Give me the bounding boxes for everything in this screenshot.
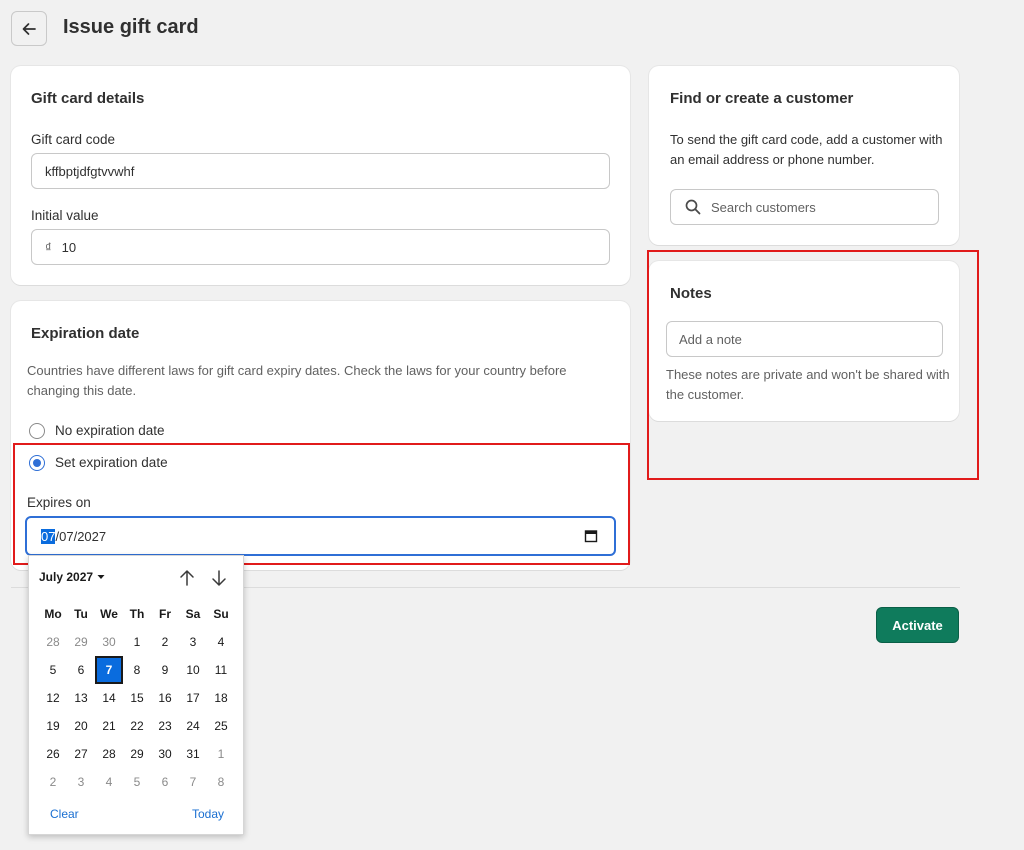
calendar-day[interactable]: 19 (39, 712, 67, 740)
arrow-left-icon (22, 22, 36, 35)
initial-value-value: 10 (61, 239, 77, 255)
calendar-day[interactable]: 31 (179, 740, 207, 768)
gift-card-details-title: Gift card details (31, 90, 145, 107)
calendar-day[interactable]: 1 (123, 628, 151, 656)
calendar-day-selected[interactable]: 7 (95, 656, 123, 684)
calendar-day[interactable]: 4 (95, 768, 123, 796)
search-customers-placeholder: Search customers (711, 199, 816, 215)
calendar-day[interactable]: 29 (123, 740, 151, 768)
calendar-day[interactable]: 28 (39, 628, 67, 656)
no-expiration-label[interactable]: No expiration date (55, 423, 165, 438)
calendar-day[interactable]: 2 (151, 628, 179, 656)
calendar-day[interactable]: 5 (123, 768, 151, 796)
calendar-day[interactable]: 6 (67, 656, 95, 684)
previous-month-arrow-icon[interactable] (179, 569, 195, 587)
gift-card-details-card: Gift card details Gift card code kffbptj… (11, 66, 630, 285)
page-title: Issue gift card (63, 16, 199, 38)
weekday-label: We (100, 607, 118, 621)
calendar-day[interactable]: 10 (179, 656, 207, 684)
calendar-day[interactable]: 6 (151, 768, 179, 796)
customer-help-text: To send the gift card code, add a custom… (670, 132, 943, 167)
calendar-week-row: 26 27 28 29 30 31 1 (39, 740, 235, 768)
caret-down-icon (97, 575, 105, 579)
weekday-label: Fr (159, 607, 171, 621)
calendar-day[interactable]: 29 (67, 628, 95, 656)
gift-card-code-input[interactable]: kffbptjdfgtvvwhf (31, 153, 610, 189)
calendar-day[interactable]: 9 (151, 656, 179, 684)
gift-card-code-label: Gift card code (31, 132, 116, 147)
calendar-day[interactable]: 15 (123, 684, 151, 712)
clear-date-button[interactable]: Clear (50, 807, 79, 821)
calendar-week-row: 2345678 (39, 768, 235, 796)
calendar-week-row: 5 6 7 8 9 10 11 (39, 656, 235, 684)
calendar-day[interactable]: 25 (207, 712, 235, 740)
search-customers-input[interactable]: Search customers (670, 189, 939, 225)
calendar-day[interactable]: 11 (207, 656, 235, 684)
weekday-label: Su (213, 607, 229, 621)
calendar-day[interactable]: 14 (95, 684, 123, 712)
no-expiration-radio[interactable] (29, 423, 45, 439)
activate-button[interactable]: Activate (876, 607, 959, 643)
calendar-day[interactable]: 28 (95, 740, 123, 768)
calendar-day[interactable]: 4 (207, 628, 235, 656)
calendar-day[interactable]: 21 (95, 712, 123, 740)
calendar-day[interactable]: 22 (123, 712, 151, 740)
weekday-label: Sa (185, 607, 201, 621)
calendar-week-row: 28 29 30 1 2 3 4 (39, 628, 235, 656)
calendar-day[interactable]: 26 (39, 740, 67, 768)
calendar-day[interactable]: 18 (207, 684, 235, 712)
calendar-day[interactable]: 20 (67, 712, 95, 740)
calendar-day[interactable]: 3 (67, 768, 95, 796)
calendar-week-row: 19 20 21 22 23 24 25 (39, 712, 235, 740)
calendar-day[interactable]: 8 (207, 768, 235, 796)
weekday-label: Th (129, 607, 145, 621)
calendar-day[interactable]: 3 (179, 628, 207, 656)
calendar-day[interactable]: 16 (151, 684, 179, 712)
calendar-day[interactable]: 5 (39, 656, 67, 684)
weekday-label: Tu (74, 607, 88, 621)
highlight-box-notes (647, 250, 979, 480)
calendar-day[interactable]: 12 (39, 684, 67, 712)
calendar-grid: Mo Tu We Th Fr Sa Su 28 29 30 1 2 3 4 5 6 7 8 9 10 11 12 13 14… (39, 600, 235, 796)
expiration-help-text: Countries have different laws for gift c… (27, 363, 567, 398)
date-picker-popup: July 2027 Mo Tu We Th Fr Sa Su 28 29 30 1 2 3 4 5 6 7 8 9… (28, 555, 244, 835)
calendar-day[interactable]: 27 (67, 740, 95, 768)
weekday-header-row: Mo Tu We Th Fr Sa Su (39, 600, 235, 628)
back-button[interactable] (11, 11, 47, 46)
gift-card-code-value: kffbptjdfgtvvwhf (45, 163, 135, 179)
month-year-label: July 2027 (39, 570, 94, 584)
today-button[interactable]: Today (192, 807, 224, 821)
customer-card-title: Find or create a customer (670, 90, 854, 107)
calendar-day[interactable]: 1 (207, 740, 235, 768)
initial-value-input[interactable]: ₫ 10 (31, 229, 610, 265)
calendar-day[interactable]: 17 (179, 684, 207, 712)
next-month-arrow-icon[interactable] (211, 569, 227, 587)
initial-value-label: Initial value (31, 208, 99, 223)
highlight-box-expiration (13, 443, 630, 565)
calendar-day[interactable]: 30 (151, 740, 179, 768)
calendar-day[interactable]: 8 (123, 656, 151, 684)
calendar-week-row: 12 13 14 15 16 17 18 (39, 684, 235, 712)
month-year-selector[interactable]: July 2027 (39, 570, 105, 584)
calendar-day[interactable]: 24 (179, 712, 207, 740)
weekday-label: Mo (44, 607, 62, 621)
calendar-day[interactable]: 2 (39, 768, 67, 796)
expiration-date-title: Expiration date (31, 325, 140, 342)
calendar-day[interactable]: 23 (151, 712, 179, 740)
calendar-day[interactable]: 7 (179, 768, 207, 796)
search-icon (685, 199, 701, 215)
calendar-day[interactable]: 30 (95, 628, 123, 656)
calendar-day[interactable]: 13 (67, 684, 95, 712)
customer-card: Find or create a customer To send the gi… (649, 66, 959, 245)
currency-symbol: ₫ (45, 239, 52, 255)
